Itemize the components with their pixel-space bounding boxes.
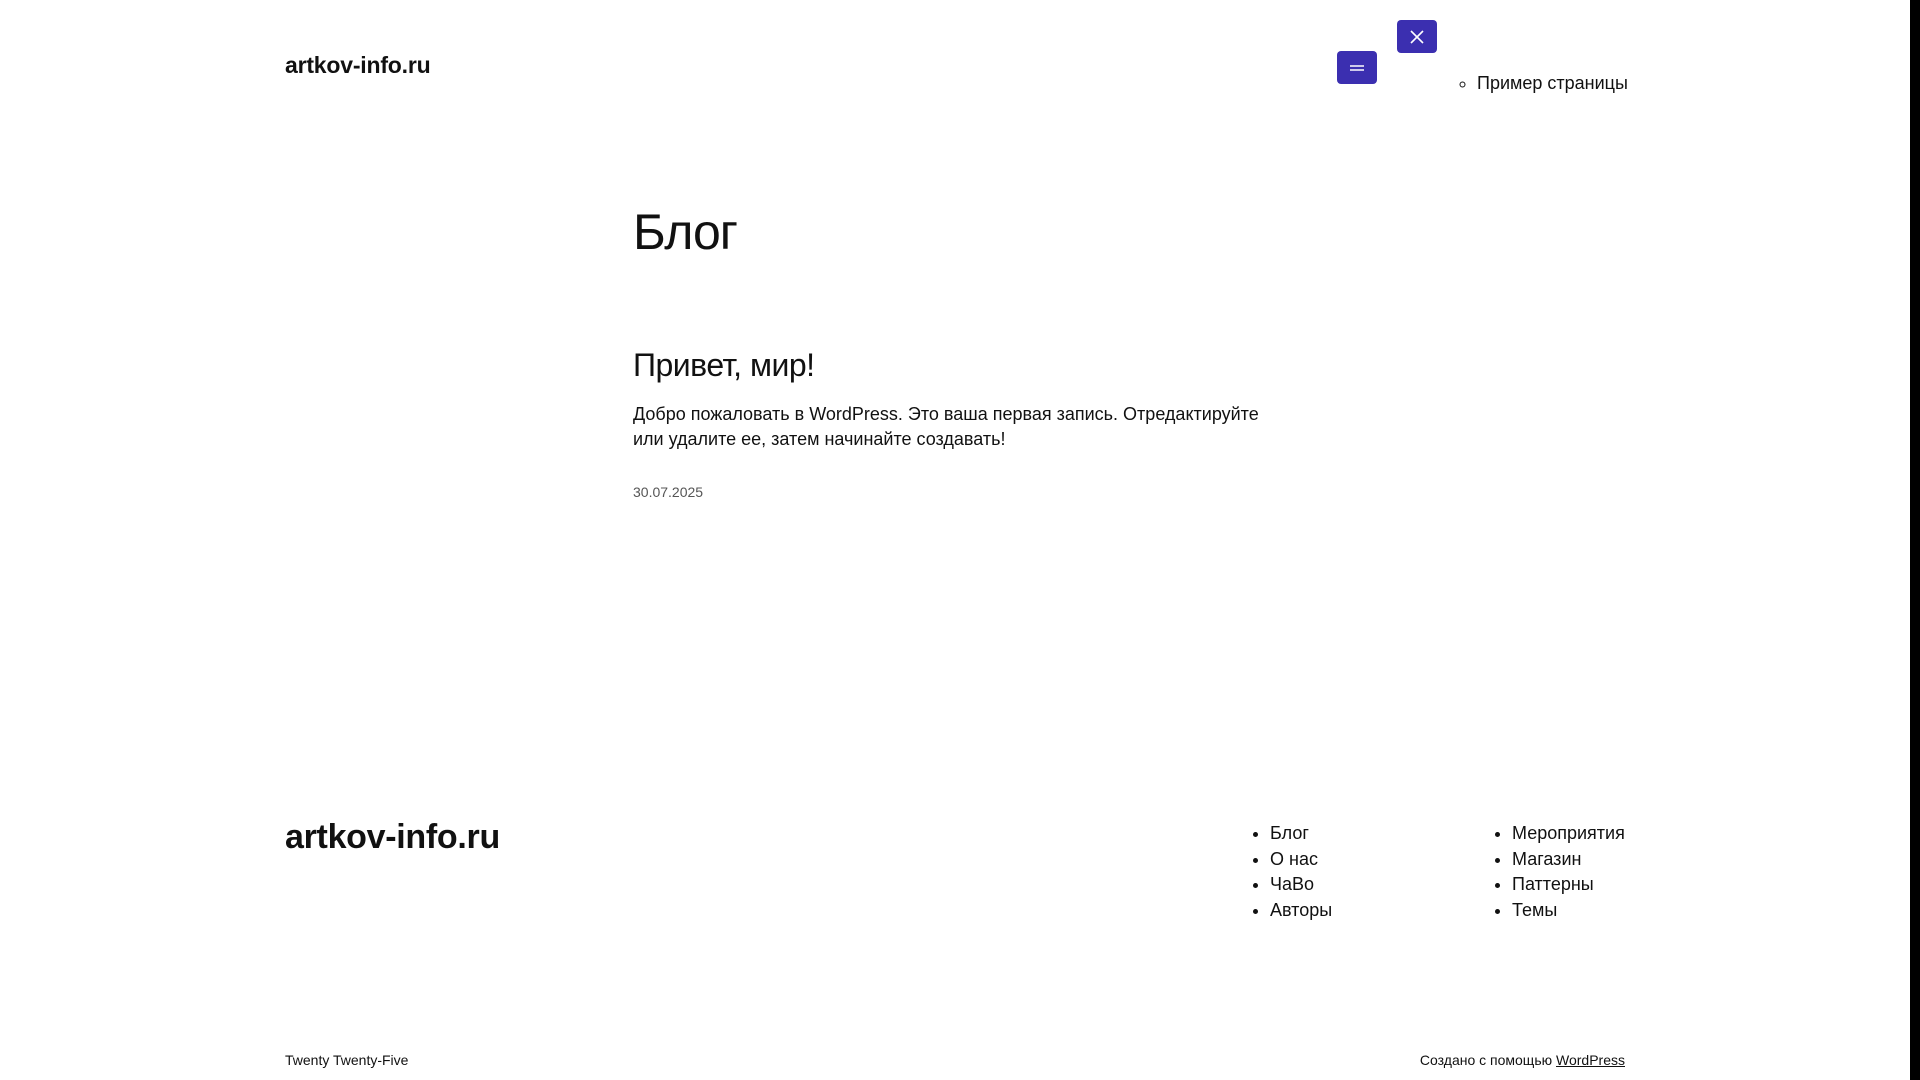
- footer-link-label[interactable]: Темы: [1512, 900, 1557, 920]
- footer-link[interactable]: ЧаВо: [1270, 872, 1332, 898]
- close-icon: [1409, 29, 1425, 45]
- page-title: Блог: [633, 204, 738, 260]
- submenu-item-label[interactable]: Пример страницы: [1477, 73, 1628, 93]
- footer-link-label[interactable]: Мероприятия: [1512, 823, 1625, 843]
- post-excerpt: Добро пожаловать в WordPress. Это ваша п…: [633, 404, 1259, 449]
- footer-link[interactable]: Авторы: [1270, 898, 1332, 924]
- site-title-header[interactable]: artkov-info.ru: [285, 52, 431, 79]
- theme-credit: Twenty Twenty-Five: [285, 1052, 409, 1068]
- post-date[interactable]: 30.07.2025: [633, 484, 703, 500]
- footer-link-label[interactable]: Паттерны: [1512, 874, 1594, 894]
- footer-link[interactable]: Темы: [1512, 898, 1625, 924]
- post-title[interactable]: Привет, мир!: [633, 347, 815, 384]
- footer-link[interactable]: О нас: [1270, 847, 1332, 873]
- credit-prefix: Создано с помощью: [1419, 1052, 1553, 1068]
- hamburger-icon: [1349, 63, 1365, 73]
- footer-link-label[interactable]: Магазин: [1512, 849, 1581, 869]
- footer-link-label[interactable]: Блог: [1270, 823, 1309, 843]
- footer-link[interactable]: Магазин: [1512, 847, 1625, 873]
- menu-button[interactable]: [1337, 51, 1377, 84]
- header-submenu: Пример страницы: [1460, 73, 1628, 94]
- scrollbar[interactable]: [1910, 0, 1920, 1080]
- footer-link[interactable]: Блог: [1270, 821, 1332, 847]
- site-title-footer[interactable]: artkov-info.ru: [285, 818, 500, 857]
- footer-link[interactable]: Паттерны: [1512, 872, 1625, 898]
- footer-link-label[interactable]: О нас: [1270, 849, 1318, 869]
- footer-nav-column-2: Мероприятия Магазин Паттерны Темы: [1495, 821, 1625, 923]
- footer-link-label[interactable]: Авторы: [1270, 900, 1332, 920]
- footer-nav-column-1: Блог О нас ЧаВо Авторы: [1253, 821, 1332, 923]
- footer-link-label[interactable]: ЧаВо: [1270, 874, 1314, 894]
- submenu-item-sample-page[interactable]: Пример страницы: [1477, 73, 1628, 94]
- wordpress-credit: Создано с помощью WordPress: [1420, 1052, 1625, 1068]
- close-menu-button[interactable]: [1397, 20, 1437, 53]
- wordpress-link[interactable]: WordPress: [1556, 1052, 1625, 1068]
- footer-link[interactable]: Мероприятия: [1512, 821, 1625, 847]
- page: artkov-info.ru Пример страницы Блог Прив…: [0, 0, 1920, 1080]
